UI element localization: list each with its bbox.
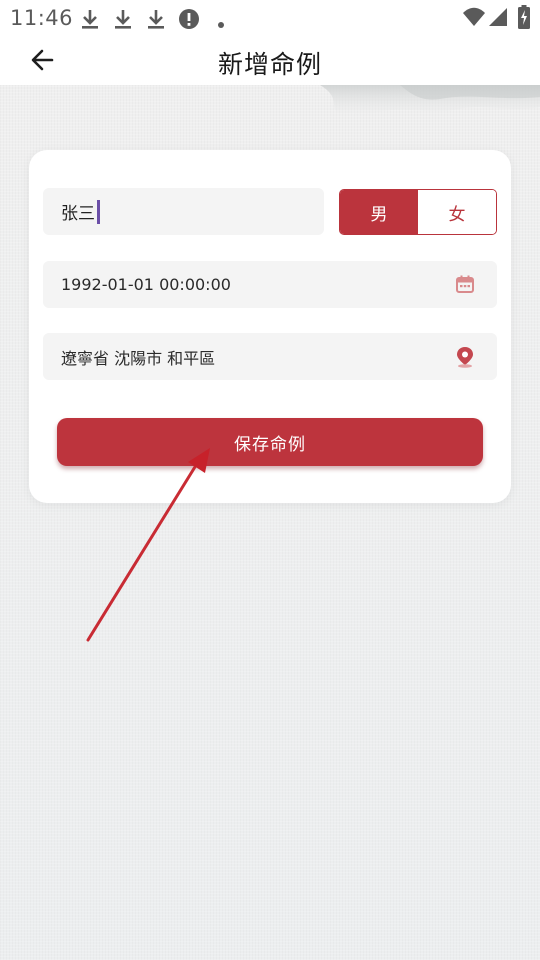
birthplace-value: 遼寧省 沈陽市 和平區 [61,348,216,368]
text-cursor [97,199,100,224]
download-icon [146,8,166,34]
birth-datetime-field[interactable]: 1992-01-01 00:00:00 [43,261,497,308]
location-pin-icon [455,346,475,372]
ink-wash-decoration [280,85,540,130]
page-title: 新增命例 [217,50,322,79]
gender-male-option[interactable]: 男 [340,190,418,234]
save-button[interactable]: 保存命例 [57,418,483,466]
signal-icon [488,7,508,31]
gender-female-option[interactable]: 女 [418,190,496,234]
download-icon [113,8,133,34]
app-bar: 新增命例 [0,36,540,85]
birthplace-field[interactable]: 遼寧省 沈陽市 和平區 [43,333,497,380]
battery-charging-icon [518,5,530,33]
form-card: 张三 男 女 1992-01-01 00:00:00 遼寧省 沈陽市 和平區 保… [29,150,511,503]
dot-icon [217,14,225,33]
name-input[interactable]: 张三 [43,188,324,235]
alert-icon [178,8,200,34]
name-input-value: 张三 [61,204,95,224]
status-time: 11:46 [10,6,74,30]
gender-toggle: 男 女 [339,189,497,235]
birth-datetime-value: 1992-01-01 00:00:00 [61,275,231,294]
download-icon [80,8,100,34]
wifi-icon [462,7,486,31]
calendar-icon [455,274,475,298]
status-bar: 11:46 [0,0,540,36]
